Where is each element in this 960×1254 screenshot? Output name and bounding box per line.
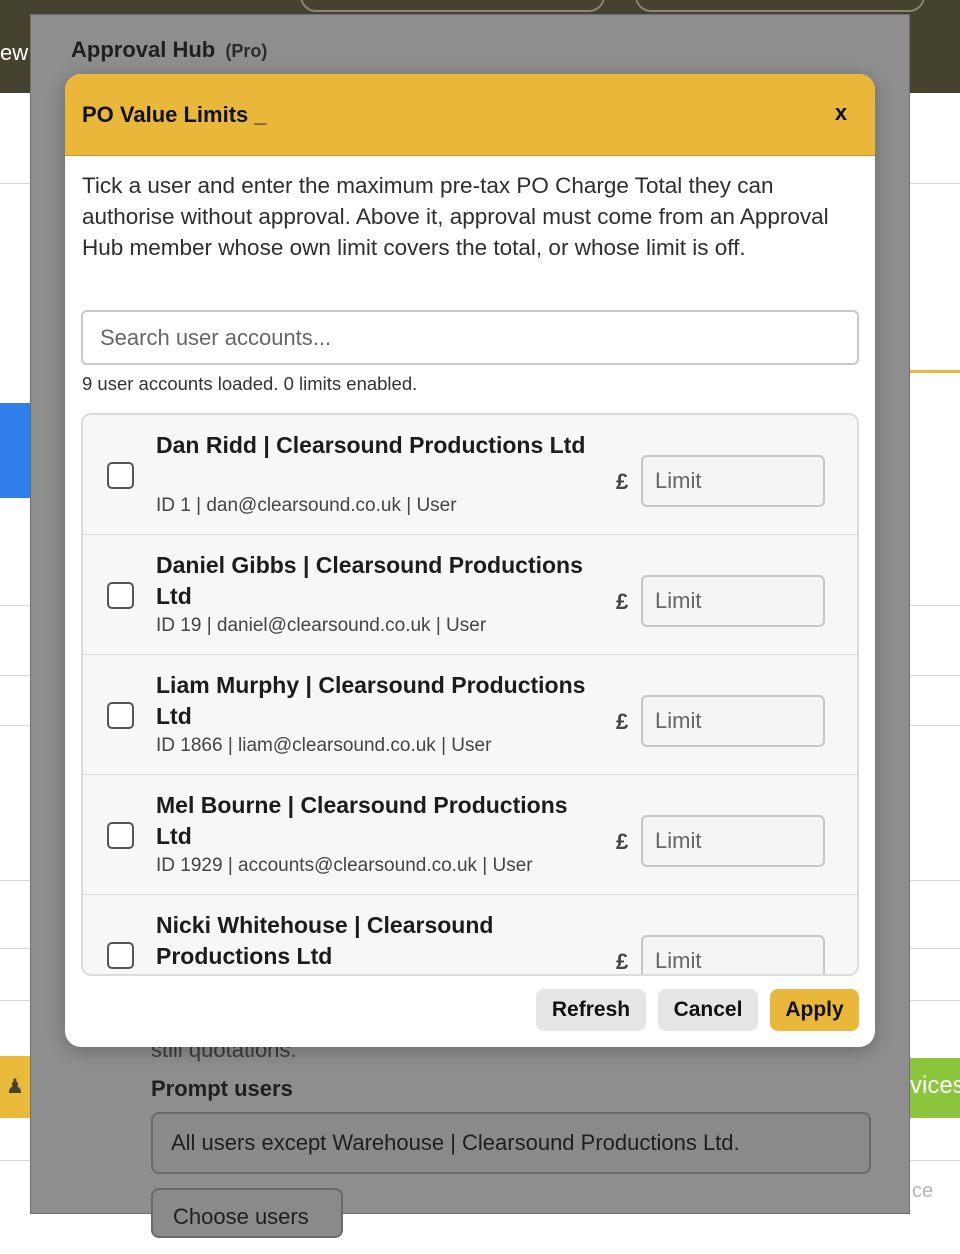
user-checkbox[interactable] (107, 702, 134, 729)
invoices-button-label: vices (910, 1072, 960, 1099)
users-icon: ♟ (6, 1076, 24, 1098)
limit-input[interactable] (641, 455, 825, 507)
user-row: Liam Murphy | Clearsound Productions Ltd… (83, 655, 857, 775)
choose-users-button[interactable]: Choose users (151, 1188, 343, 1238)
cancel-button[interactable]: Cancel (658, 989, 758, 1031)
refresh-button[interactable]: Refresh (536, 989, 646, 1031)
invoices-button[interactable]: vices (910, 1058, 960, 1118)
top-bar-edge-text: ew (0, 40, 29, 65)
po-value-limits-modal: PO Value Limits _ x Tick a user and ente… (65, 74, 875, 1047)
user-checkbox[interactable] (107, 582, 134, 609)
prompt-users-field[interactable]: All users except Warehouse | Clearsound … (151, 1112, 871, 1174)
search-user-accounts-input[interactable] (81, 310, 859, 365)
pro-badge: (Pro) (225, 41, 268, 61)
user-checkbox[interactable] (107, 822, 134, 849)
currency-symbol: £ (616, 829, 629, 854)
user-meta: ID 1929 | accounts@clearsound.co.uk | Us… (156, 855, 533, 876)
user-name: Dan Ridd | Clearsound Productions Ltd (156, 432, 586, 458)
prompt-users-label: Prompt users (151, 1076, 293, 1101)
users-shortcut-button[interactable]: ♟ (0, 1056, 30, 1118)
user-row: Dan Ridd | Clearsound Productions Ltd ID… (83, 415, 857, 535)
blue-tab (0, 403, 30, 498)
user-meta: ID 1866 | liam@clearsound.co.uk | User (156, 735, 492, 756)
currency-symbol: £ (616, 469, 629, 494)
user-name: Daniel Gibbs | Clearsound Productions Lt… (156, 552, 583, 609)
top-bar-search-pill (635, 0, 925, 12)
modal-header: PO Value Limits _ x (65, 74, 875, 156)
user-name: Mel Bourne | Clearsound Productions Ltd (156, 792, 568, 849)
limit-input[interactable] (641, 935, 825, 974)
user-row: Daniel Gibbs | Clearsound Productions Lt… (83, 535, 857, 655)
limit-input[interactable] (641, 815, 825, 867)
currency-symbol: £ (616, 949, 629, 974)
user-name: Liam Murphy | Clearsound Productions Ltd (156, 672, 586, 729)
background-fragment-text: ce (912, 1180, 934, 1202)
close-button[interactable]: x (829, 100, 853, 126)
user-checkbox[interactable] (107, 942, 134, 969)
apply-button[interactable]: Apply (770, 989, 859, 1031)
currency-symbol: £ (616, 709, 629, 734)
approval-hub-title-text: Approval Hub (71, 37, 216, 62)
modal-title: PO Value Limits _ (82, 102, 267, 127)
user-meta: ID 19 | daniel@clearsound.co.uk | User (156, 615, 487, 636)
top-bar-pill (300, 0, 605, 12)
user-meta: ID 1 | dan@clearsound.co.uk | User (156, 495, 457, 516)
approval-hub-title: Approval Hub (Pro) (71, 37, 267, 63)
currency-symbol: £ (616, 589, 629, 614)
user-row: Nicki Whitehouse | Clearsound Production… (83, 895, 857, 974)
user-name: Nicki Whitehouse | Clearsound Production… (156, 912, 494, 969)
limit-input[interactable] (641, 575, 825, 627)
user-row: Mel Bourne | Clearsound Productions Ltd … (83, 775, 857, 895)
modal-description: Tick a user and enter the maximum pre-ta… (82, 173, 829, 260)
limit-input[interactable] (641, 695, 825, 747)
status-text: 9 user accounts loaded. 0 limits enabled… (82, 373, 418, 394)
user-list[interactable]: Dan Ridd | Clearsound Productions Ltd ID… (81, 413, 859, 976)
user-checkbox[interactable] (107, 462, 134, 489)
